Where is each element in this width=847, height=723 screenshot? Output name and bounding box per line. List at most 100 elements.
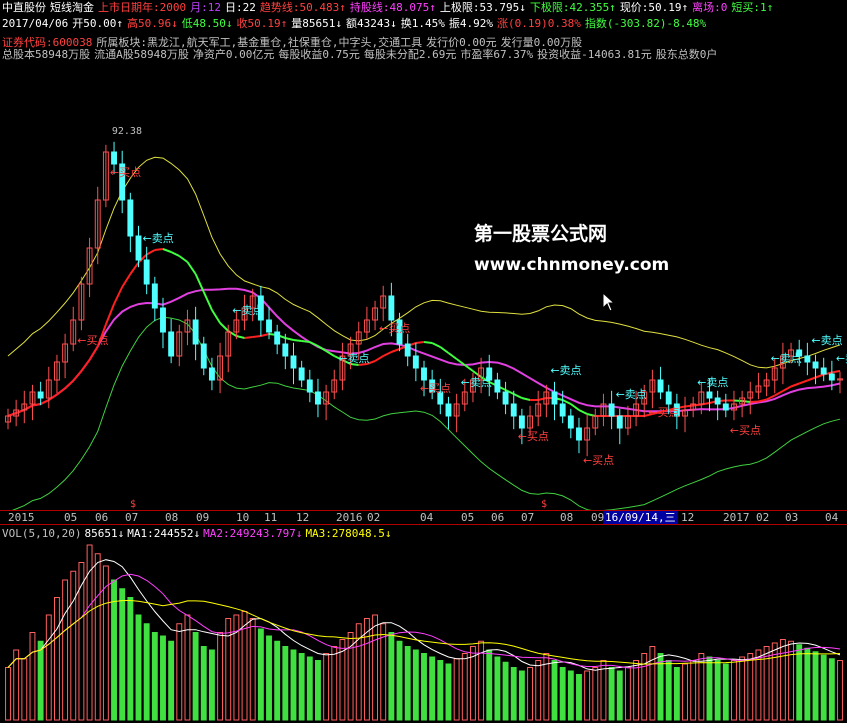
- candle-body: [665, 391, 672, 405]
- trend-line-segment: [244, 336, 253, 339]
- candle-body: [111, 151, 117, 165]
- volume-bar: [673, 667, 680, 721]
- trend-line-segment: [219, 322, 229, 332]
- row1-field: 现价:50.19↑: [619, 1, 689, 14]
- candle-body: [722, 403, 729, 411]
- volume-bar: [127, 597, 134, 721]
- volume-bar: [461, 653, 468, 721]
- candle-body: [510, 403, 517, 417]
- candle-body: [282, 343, 289, 357]
- axis-month-label: 06: [95, 511, 109, 524]
- row2-field: 换1.45%: [400, 17, 445, 30]
- volume-bar: [796, 644, 803, 721]
- volume-bar: [102, 565, 109, 721]
- row4-field: 总股本58948万股: [2, 48, 91, 61]
- buy-signal-label: ←买点: [648, 406, 679, 419]
- volume-bar: [13, 649, 20, 721]
- row4-field: 股东总数0户: [655, 48, 718, 61]
- volume-header: VOL(5,10,20) 85651↓ MA1:244552↓ MA2:249243.…: [2, 527, 395, 540]
- cursor-date-label: 16/09/14,三: [603, 511, 678, 524]
- trend-line-segment: [741, 400, 751, 403]
- trend-line-segment: [121, 273, 132, 288]
- volume-bar: [600, 660, 607, 721]
- volume-bar: [200, 646, 207, 721]
- trend-line-segment: [578, 409, 588, 415]
- volume-bar: [323, 653, 330, 721]
- volume-bar: [404, 646, 411, 721]
- trend-line-segment: [382, 351, 392, 357]
- candle-body: [298, 367, 305, 381]
- candle-body: [502, 391, 509, 405]
- trend-line-segment: [733, 399, 743, 402]
- candle-body: [421, 367, 427, 381]
- date-axis[interactable]: 16/09/14,三 2015 05 06 07 08 09 10 11 12 2016 02 04 0…: [0, 510, 847, 525]
- volume-bar: [347, 632, 354, 721]
- volume-bar: [160, 635, 166, 721]
- volume-bar: [771, 642, 778, 721]
- trend-line-segment: [146, 249, 156, 256]
- event-marker: $: [130, 499, 136, 510]
- volume-bar: [510, 667, 517, 721]
- sell-signal-label: ←卖点: [616, 388, 647, 401]
- volume-bar: [624, 667, 631, 721]
- trend-line-segment: [684, 404, 694, 408]
- trend-line-segment: [154, 248, 164, 251]
- volume-bar: [453, 658, 460, 721]
- trend-line-segment: [798, 379, 808, 385]
- axis-month-label: 04: [420, 511, 434, 524]
- trend-line-segment: [23, 404, 33, 411]
- volume-bar: [747, 653, 754, 721]
- trend-line-segment: [88, 345, 99, 361]
- volume-bar: [535, 660, 542, 721]
- axis-month-label: 12: [296, 511, 310, 524]
- volume-bar: [779, 639, 786, 721]
- candle-body: [151, 283, 158, 309]
- volume-bar: [282, 646, 289, 721]
- candle-body: [567, 415, 574, 429]
- volume-bar: [363, 618, 370, 721]
- volume-bar: [739, 656, 746, 721]
- volume-bar: [731, 660, 737, 721]
- volume-bar: [372, 614, 379, 721]
- volume-bar: [445, 663, 452, 721]
- candle-body: [616, 415, 623, 429]
- sell-signal-label: ←卖点: [143, 232, 174, 245]
- row2-field: 开50.00↑: [72, 17, 123, 30]
- row4-field: 净资产0.00亿元: [192, 48, 275, 61]
- buy-signal-label: ←买点: [379, 322, 410, 335]
- volume-value: 85651↓: [84, 527, 125, 540]
- axis-month-label: 2016: [336, 511, 363, 524]
- candle-body: [290, 355, 297, 369]
- volume-ma1: MA1:244552↓: [127, 527, 201, 540]
- row1-field: 短买:1↑: [731, 1, 774, 14]
- candle-body: [445, 403, 452, 417]
- buy-signal-label: ←买点: [420, 382, 451, 395]
- volume-bar: [241, 611, 248, 721]
- sell-signal-label: ←卖点: [461, 376, 492, 389]
- volume-bar: [217, 632, 224, 721]
- volume-ma1-line: [7, 559, 841, 671]
- row2-field: 指数(-303.82)-8.48%: [584, 17, 707, 30]
- trend-line-segment: [162, 248, 172, 253]
- axis-month-label: 11: [264, 511, 278, 524]
- row4-field: 每股收益0.75元: [278, 48, 360, 61]
- volume-ma2-line: [7, 573, 841, 669]
- volume-bar: [804, 647, 811, 721]
- candle-body: [192, 319, 199, 345]
- axis-month-label: 09: [196, 511, 210, 524]
- volume-bar: [331, 646, 338, 721]
- volume-bar: [306, 656, 313, 721]
- trend-line-segment: [211, 309, 221, 324]
- trend-line-segment: [80, 359, 91, 372]
- price-chart[interactable]: 92.38←买点←买点←买点←买点←买点←买点←买点←买点←卖点←卖点←卖点←卖…: [0, 0, 847, 510]
- row1-field: 趋势线:50.483↑: [259, 1, 346, 14]
- volume-bar: [502, 661, 509, 721]
- candle-body: [714, 397, 721, 405]
- row2-field: 量85651↓: [291, 17, 342, 30]
- trend-line-segment: [64, 379, 74, 389]
- row2-field: 涨(0.19)0.38%: [496, 17, 581, 30]
- hold-line: [7, 287, 841, 417]
- candle-body: [274, 331, 281, 345]
- watermark-url: www.chnmoney.com: [474, 255, 670, 275]
- volume-bar: [208, 649, 215, 721]
